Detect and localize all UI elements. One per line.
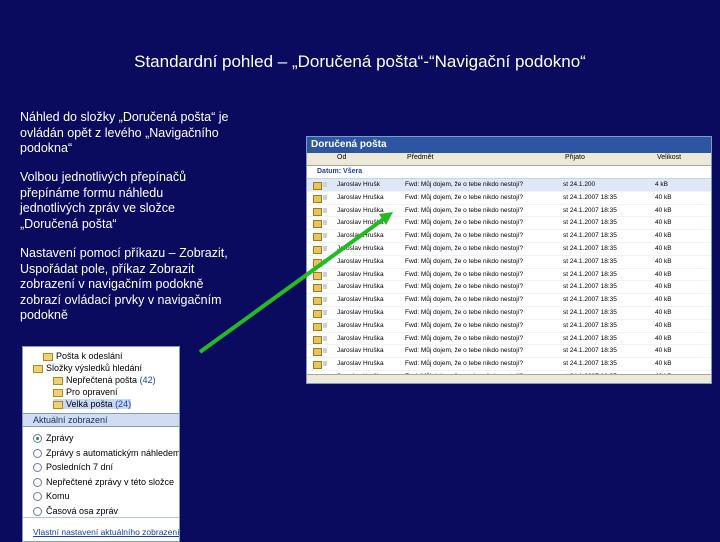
pointer-arrow xyxy=(0,0,720,540)
arrow-line xyxy=(200,218,385,352)
